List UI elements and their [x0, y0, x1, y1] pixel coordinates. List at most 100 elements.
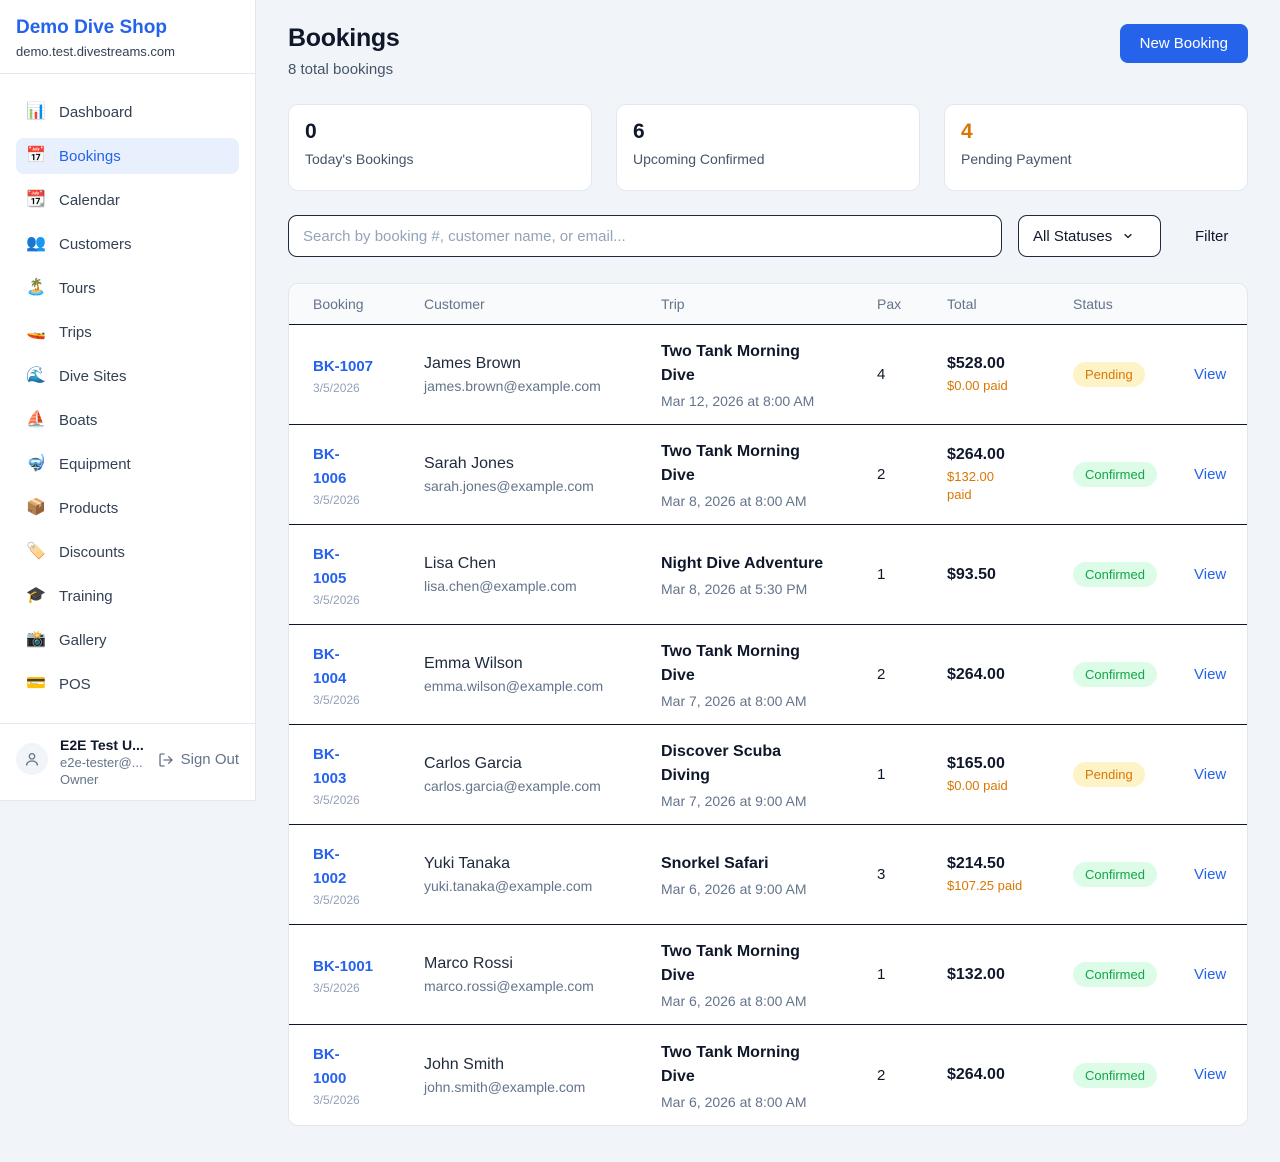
stat-label: Today's Bookings [305, 151, 575, 167]
customer-email: marco.rossi@example.com [424, 978, 661, 994]
page-title: Bookings [288, 24, 400, 53]
shop-name[interactable]: Demo Dive Shop [16, 17, 239, 39]
sidebar: Demo Dive Shop demo.test.divestreams.com… [0, 0, 256, 801]
filter-button[interactable]: Filter [1195, 228, 1228, 245]
col-customer: Customer [424, 296, 661, 312]
booking-id-link[interactable]: BK- 1000 [313, 1046, 346, 1087]
page-header: Bookings 8 total bookings New Booking [288, 24, 1248, 78]
sidebar-item-customers[interactable]: 👥 Customers [16, 226, 239, 262]
stat-card: 0 Today's Bookings [288, 104, 592, 191]
booking-date: 3/5/2026 [313, 981, 424, 995]
paid-amount: $132.00 paid [947, 468, 1073, 504]
status-badge: Confirmed [1073, 562, 1157, 587]
user-role: Owner [60, 772, 154, 787]
total-amount: $165.00 [947, 755, 1073, 773]
booking-date: 3/5/2026 [313, 1093, 424, 1107]
col-trip: Trip [661, 296, 877, 312]
stat-value: 6 [633, 120, 903, 144]
shop-domain: demo.test.divestreams.com [16, 44, 239, 59]
total-amount: $264.00 [947, 1066, 1073, 1084]
table-row: BK- 1006 3/5/2026 Sarah Jones sarah.jone… [289, 425, 1247, 525]
trip-name: Two Tank Morning Dive [661, 940, 877, 988]
sidebar-item-dashboard[interactable]: 📊 Dashboard [16, 94, 239, 130]
sidebar-nav: 📊 Dashboard 📅 Bookings 📆 Calendar 👥 Cust… [0, 74, 255, 723]
booking-id-link[interactable]: BK- 1006 [313, 446, 346, 487]
trip-datetime: Mar 12, 2026 at 8:00 AM [661, 393, 877, 409]
sidebar-item-dive-sites[interactable]: 🌊 Dive Sites [16, 358, 239, 394]
customer-name: Lisa Chen [424, 555, 661, 573]
booking-id-link[interactable]: BK-1001 [313, 958, 373, 975]
view-link[interactable]: View [1194, 366, 1226, 383]
table-row: BK- 1002 3/5/2026 Yuki Tanaka yuki.tanak… [289, 825, 1247, 925]
trip-datetime: Mar 7, 2026 at 8:00 AM [661, 693, 877, 709]
total-amount: $528.00 [947, 355, 1073, 373]
search-input[interactable] [288, 215, 1002, 257]
customer-email: emma.wilson@example.com [424, 678, 661, 694]
status-badge: Confirmed [1073, 462, 1157, 487]
user-name: E2E Test U... [60, 737, 154, 753]
booking-id-link[interactable]: BK-1007 [313, 358, 373, 375]
avatar [16, 743, 48, 775]
view-link[interactable]: View [1194, 1066, 1226, 1083]
table-header-row: Booking Customer Trip Pax Total Status [289, 284, 1247, 325]
total-amount: $214.50 [947, 855, 1073, 873]
graduation-cap-icon: 🎓 [26, 588, 46, 604]
view-link[interactable]: View [1194, 566, 1226, 583]
booking-date: 3/5/2026 [313, 593, 424, 607]
status-badge: Pending [1073, 762, 1145, 787]
sidebar-item-trips[interactable]: 🚤 Trips [16, 314, 239, 350]
col-pax: Pax [877, 296, 947, 312]
table-row: BK- 1005 3/5/2026 Lisa Chen lisa.chen@ex… [289, 525, 1247, 625]
status-badge: Confirmed [1073, 662, 1157, 687]
main-content: Bookings 8 total bookings New Booking 0 … [256, 0, 1280, 1126]
table-row: BK- 1003 3/5/2026 Carlos Garcia carlos.g… [289, 725, 1247, 825]
sidebar-item-calendar[interactable]: 📆 Calendar [16, 182, 239, 218]
sidebar-item-label: POS [59, 676, 91, 693]
sidebar-item-gallery[interactable]: 📸 Gallery [16, 622, 239, 658]
sidebar-item-pos[interactable]: 💳 POS [16, 666, 239, 702]
sidebar-item-products[interactable]: 📦 Products [16, 490, 239, 526]
sidebar-item-label: Bookings [59, 148, 121, 165]
booking-date: 3/5/2026 [313, 693, 424, 707]
stat-label: Upcoming Confirmed [633, 151, 903, 167]
sidebar-item-equipment[interactable]: 🤿 Equipment [16, 446, 239, 482]
sidebar-item-label: Discounts [59, 544, 125, 561]
sidebar-item-tours[interactable]: 🏝️ Tours [16, 270, 239, 306]
sidebar-item-label: Training [59, 588, 113, 605]
status-filter-select[interactable]: All Statuses [1018, 215, 1161, 257]
stat-label: Pending Payment [961, 151, 1231, 167]
customer-email: sarah.jones@example.com [424, 478, 661, 494]
view-link[interactable]: View [1194, 466, 1226, 483]
view-link[interactable]: View [1194, 666, 1226, 683]
view-link[interactable]: View [1194, 766, 1226, 783]
pax-count: 4 [877, 366, 947, 383]
sidebar-item-training[interactable]: 🎓 Training [16, 578, 239, 614]
trip-name: Discover Scuba Diving [661, 740, 877, 788]
calendar-icon: 📅 [26, 148, 46, 164]
booking-id-link[interactable]: BK- 1003 [313, 746, 346, 787]
sidebar-item-label: Calendar [59, 192, 120, 209]
sidebar-item-boats[interactable]: ⛵ Boats [16, 402, 239, 438]
pax-count: 1 [877, 766, 947, 783]
bar-chart-icon: 📊 [26, 104, 46, 120]
stats-row: 0 Today's Bookings 6 Upcoming Confirmed … [288, 104, 1248, 191]
user-section: E2E Test U... e2e-tester@... Owner Sign … [0, 723, 255, 800]
speedboat-icon: 🚤 [26, 324, 46, 340]
sidebar-item-label: Trips [59, 324, 92, 341]
customer-email: lisa.chen@example.com [424, 578, 661, 594]
sign-out-button[interactable]: Sign Out [158, 751, 239, 768]
booking-id-link[interactable]: BK- 1002 [313, 846, 346, 887]
sidebar-item-bookings[interactable]: 📅 Bookings [16, 138, 239, 174]
customer-name: James Brown [424, 355, 661, 373]
trip-name: Two Tank Morning Dive [661, 640, 877, 688]
booking-id-link[interactable]: BK- 1005 [313, 546, 346, 587]
sidebar-item-discounts[interactable]: 🏷️ Discounts [16, 534, 239, 570]
view-link[interactable]: View [1194, 966, 1226, 983]
booking-id-link[interactable]: BK- 1004 [313, 646, 346, 687]
chevron-down-icon [1122, 230, 1134, 242]
new-booking-button[interactable]: New Booking [1120, 24, 1248, 63]
total-amount: $264.00 [947, 446, 1073, 464]
pax-count: 1 [877, 966, 947, 983]
view-link[interactable]: View [1194, 866, 1226, 883]
status-filter-value: All Statuses [1033, 228, 1112, 245]
